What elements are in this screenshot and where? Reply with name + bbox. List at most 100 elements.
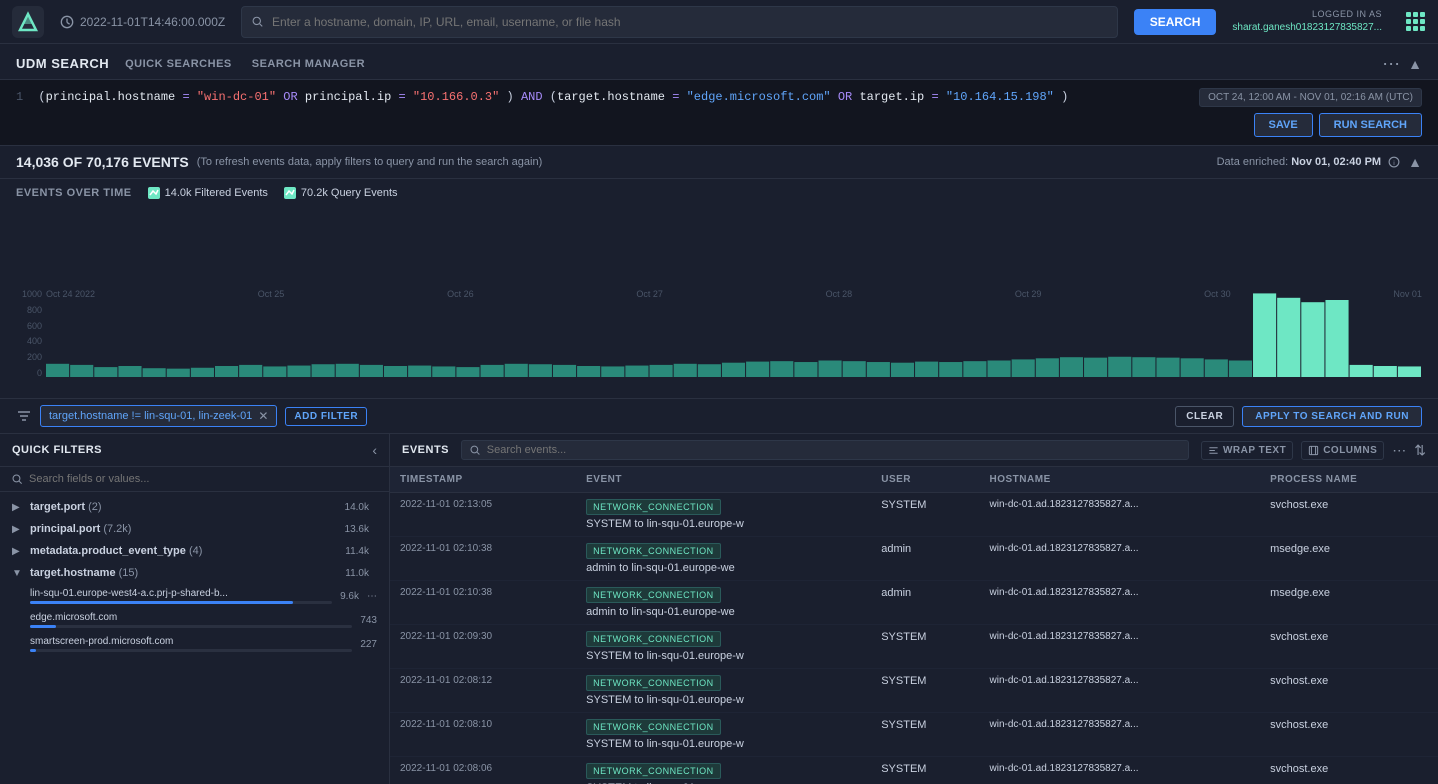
query-code-display[interactable]: 1 (principal.hostname = "win-dc-01" OR p… — [16, 88, 1191, 137]
app-grid-icon[interactable] — [1406, 12, 1426, 31]
table-row[interactable]: 2022-11-01 02:10:38 NETWORK_CONNECTION a… — [390, 581, 1438, 625]
bar[interactable] — [456, 367, 479, 377]
table-row[interactable]: 2022-11-01 02:13:05 NETWORK_CONNECTION S… — [390, 493, 1438, 537]
bar[interactable] — [650, 365, 673, 377]
qf-field-target-port[interactable]: ▶ target.port (2) 14.0k — [0, 496, 389, 518]
bar[interactable] — [46, 364, 69, 377]
bar[interactable] — [1229, 361, 1252, 378]
columns-btn[interactable]: COLUMNS — [1301, 441, 1384, 460]
bar[interactable] — [794, 362, 817, 377]
bar[interactable] — [625, 366, 648, 377]
bar[interactable] — [1253, 293, 1276, 377]
bar[interactable] — [553, 365, 576, 377]
global-search-bar[interactable] — [241, 6, 1118, 38]
quick-filters-search[interactable] — [0, 467, 389, 492]
bar[interactable] — [722, 363, 745, 377]
bar[interactable] — [143, 368, 166, 377]
add-filter-btn[interactable]: ADD FILTER — [285, 407, 367, 426]
bar[interactable] — [698, 364, 721, 377]
events-expand-btn[interactable]: ⇅ — [1414, 443, 1426, 457]
bar[interactable] — [843, 361, 866, 377]
qf-subitem-linsqu[interactable]: lin-squ-01.europe-west4-a.c.prj-p-shared… — [0, 584, 389, 608]
bar[interactable] — [867, 362, 890, 377]
bar[interactable] — [1350, 365, 1373, 377]
bar[interactable] — [1277, 298, 1300, 377]
qf-field-metadata-event-type[interactable]: ▶ metadata.product_event_type (4) 11.4k — [0, 540, 389, 562]
bar[interactable] — [1156, 358, 1179, 377]
global-search-input[interactable] — [272, 15, 1107, 29]
filter-remove-btn[interactable]: ✕ — [258, 409, 268, 423]
udm-more-options-btn[interactable]: ⋯ — [1382, 55, 1400, 73]
filter-icon[interactable] — [16, 408, 32, 424]
bar[interactable] — [1325, 300, 1348, 377]
search-manager-btn[interactable]: SEARCH MANAGER — [248, 56, 369, 72]
bar[interactable] — [1132, 357, 1155, 377]
bar[interactable] — [770, 361, 793, 377]
quick-filters-collapse-btn[interactable]: ‹ — [372, 442, 377, 458]
bar[interactable] — [529, 364, 552, 377]
global-search-button[interactable]: SEARCH — [1134, 9, 1217, 35]
bar[interactable] — [1181, 358, 1204, 377]
bar[interactable] — [432, 366, 455, 377]
qf-subitem-smartscreen[interactable]: smartscreen-prod.microsoft.com 227 — [0, 632, 389, 656]
apply-to-search-btn[interactable]: APPLY TO SEARCH AND RUN — [1242, 406, 1422, 427]
events-search-bar[interactable] — [461, 440, 1189, 460]
events-search-input[interactable] — [487, 444, 1180, 456]
bar[interactable] — [1060, 357, 1083, 377]
bar[interactable] — [191, 368, 214, 377]
events-more-btn[interactable]: ⋯ — [1392, 443, 1406, 457]
bar[interactable] — [1012, 359, 1035, 377]
bar[interactable] — [987, 361, 1010, 378]
qf-subitem-action-btn[interactable]: ⋯ — [367, 591, 377, 602]
table-row[interactable]: 2022-11-01 02:09:30 NETWORK_CONNECTION S… — [390, 625, 1438, 669]
bar[interactable] — [939, 362, 962, 377]
bar[interactable] — [94, 367, 117, 377]
bar[interactable] — [239, 365, 262, 377]
bar[interactable] — [118, 366, 141, 377]
bar[interactable] — [481, 365, 504, 377]
udm-collapse-btn[interactable]: ▲ — [1408, 55, 1422, 73]
bar[interactable] — [915, 362, 938, 377]
qf-subitem-edge[interactable]: edge.microsoft.com 743 — [0, 608, 389, 632]
bar[interactable] — [601, 366, 624, 377]
bar[interactable] — [70, 365, 93, 377]
bar[interactable] — [1301, 302, 1324, 377]
bar[interactable] — [408, 366, 431, 377]
bar[interactable] — [577, 366, 600, 377]
bar[interactable] — [746, 362, 769, 377]
bar[interactable] — [1084, 358, 1107, 377]
save-query-btn[interactable]: SAVE — [1254, 113, 1313, 137]
table-row[interactable]: 2022-11-01 02:10:38 NETWORK_CONNECTION a… — [390, 537, 1438, 581]
bar[interactable] — [963, 361, 986, 377]
bar[interactable] — [505, 364, 528, 377]
bar[interactable] — [336, 364, 359, 377]
bar[interactable] — [674, 364, 697, 377]
events-header-collapse-btn[interactable]: ▲ — [1408, 154, 1422, 170]
bar[interactable] — [167, 369, 190, 377]
bar[interactable] — [818, 361, 841, 378]
run-search-btn[interactable]: RUN SEARCH — [1319, 113, 1422, 137]
table-row[interactable]: 2022-11-01 02:08:10 NETWORK_CONNECTION S… — [390, 713, 1438, 757]
bar[interactable] — [1108, 357, 1131, 377]
quick-searches-btn[interactable]: QUICK SEARCHES — [121, 56, 236, 72]
bar[interactable] — [1036, 358, 1059, 377]
bar[interactable] — [215, 366, 238, 377]
bar[interactable] — [891, 363, 914, 377]
clear-filters-btn[interactable]: CLEAR — [1175, 406, 1234, 427]
quick-filters-search-input[interactable] — [29, 473, 377, 485]
events-tab[interactable]: EVENTS — [402, 444, 449, 456]
qf-field-target-hostname[interactable]: ▼ target.hostname (15) 11.0k — [0, 562, 389, 584]
wrap-text-btn[interactable]: WRAP TEXT — [1201, 441, 1293, 460]
active-filter-tag[interactable]: target.hostname != lin-squ-01, lin-zeek-… — [40, 405, 277, 427]
bar[interactable] — [287, 366, 310, 377]
table-row[interactable]: 2022-11-01 02:08:12 NETWORK_CONNECTION S… — [390, 669, 1438, 713]
qf-field-principal-port[interactable]: ▶ principal.port (7.2k) 13.6k — [0, 518, 389, 540]
table-row[interactable]: 2022-11-01 02:08:06 NETWORK_CONNECTION S… — [390, 757, 1438, 784]
bar[interactable] — [1205, 359, 1228, 377]
bar[interactable] — [1398, 366, 1421, 377]
bar[interactable] — [384, 366, 407, 377]
bar[interactable] — [360, 365, 383, 377]
bar[interactable] — [263, 366, 286, 377]
bar[interactable] — [1374, 366, 1397, 377]
bar[interactable] — [312, 364, 335, 377]
